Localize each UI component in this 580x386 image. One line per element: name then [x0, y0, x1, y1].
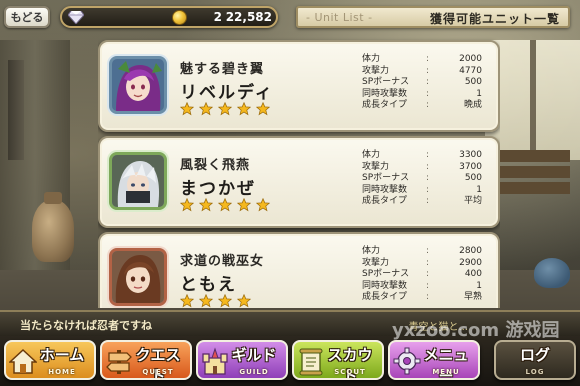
star-icon: [199, 294, 213, 308]
bottom-nav: ホーム HOME クエスト QUEST ギルド GUILD スカウト SCOUT…: [0, 336, 580, 386]
portrait-tomoe-image: [112, 251, 164, 303]
stat-row-simultaneous-attacks: 同時攻撃数:1: [362, 280, 482, 291]
star-icon: [237, 294, 251, 308]
stat-row-sp-bonus: SPボーナス:500: [362, 173, 482, 183]
nav-quest-button[interactable]: クエスト QUEST: [100, 340, 192, 380]
unit-stats: 体力:2800 攻撃力:2900 SPボーナス:400 同時攻撃数:1 成長タイ…: [362, 246, 482, 304]
nav-log-label: ログ: [519, 346, 550, 364]
unit-title: 風裂く飛燕: [180, 158, 251, 173]
back-button[interactable]: もどる: [4, 6, 50, 28]
unit-portrait: [109, 56, 167, 114]
unit-card[interactable]: 風裂く飛燕 まつかぜ 体力:3300 攻撃力:3700 SPボーナス:500 同…: [98, 136, 500, 228]
nav-quest-sublabel: QUEST: [142, 368, 174, 376]
signpost-icon: [106, 350, 132, 374]
stat-row-growth-type: 成長タイプ: 早熟: [362, 292, 482, 302]
nav-home-label: ホーム: [39, 346, 85, 364]
star-icon: [180, 198, 194, 212]
stat-row-hp: 体力:2800: [362, 246, 482, 256]
stat-row-sp-bonus: SPボーナス:500: [362, 77, 482, 87]
star-icon: [199, 198, 213, 212]
unit-stats: 体力:2000 攻撃力:4770 SPボーナス:500 同時攻撃数:1 成長タイ…: [362, 54, 482, 112]
nav-log-button[interactable]: ログ LOG: [494, 340, 576, 380]
castle-icon: [202, 347, 228, 375]
nav-scout-sublabel: SCOUT: [334, 368, 366, 376]
coin-count: 22,582: [225, 10, 272, 24]
rarity-stars: [180, 198, 270, 212]
stat-row-sp-bonus: SPボーナス:400: [362, 269, 482, 279]
unit-card[interactable]: 魅する碧き翼 リベルディ 体力:2000 攻撃力:4770 SPボーナス:500…: [98, 40, 500, 132]
stat-row-attack: 攻撃力:3700: [362, 161, 482, 172]
star-icon: [180, 102, 194, 116]
unit-name: まつかぜ: [180, 179, 256, 199]
watermark: yxzoo.com 游戏园: [392, 320, 560, 341]
background-lantern: [8, 60, 24, 160]
coin-icon: [172, 10, 187, 25]
home-icon: [9, 348, 37, 374]
gem-icon: [68, 11, 84, 24]
nav-home-button[interactable]: ホーム HOME: [4, 340, 96, 380]
unit-stats: 体力:3300 攻撃力:3700 SPボーナス:500 同時攻撃数:1 成長タイ…: [362, 150, 482, 208]
stat-row-growth-type: 成長タイプ: 平均: [362, 196, 482, 206]
title-banner: - Unit List - 獲得可能ユニット一覧: [296, 6, 570, 28]
message-text: 当たらなければ忍者ですね: [20, 319, 152, 332]
gear-icon: [393, 347, 421, 375]
unit-portrait: [109, 248, 167, 306]
portrait-matsukaze-image: [112, 155, 164, 207]
unit-title: 魅する碧き翼: [180, 62, 265, 77]
star-icon: [218, 198, 232, 212]
background-teapot: [534, 258, 570, 288]
star-icon: [256, 198, 270, 212]
unit-card[interactable]: 求道の戦巫女 ともえ 体力:2800 攻撃力:2900 SPボーナス:400 同…: [98, 232, 500, 308]
rarity-stars: [180, 294, 251, 308]
currency-bar: 2 22,582: [60, 6, 278, 28]
stat-row-attack: 攻撃力:4770: [362, 65, 482, 76]
star-icon: [180, 294, 194, 308]
nav-guild-button[interactable]: ギルド GUILD: [196, 340, 288, 380]
unit-title: 求道の戦巫女: [180, 254, 265, 269]
stat-row-simultaneous-attacks: 同時攻撃数:1: [362, 184, 482, 195]
star-icon: [237, 102, 251, 116]
scroll-icon: [299, 348, 323, 376]
nav-home-sublabel: HOME: [48, 368, 76, 376]
unit-portrait: [109, 152, 167, 210]
star-icon: [199, 102, 213, 116]
star-icon: [218, 294, 232, 308]
portrait-liberdi-image: [112, 59, 164, 111]
star-icon: [237, 198, 251, 212]
rarity-stars: [180, 102, 270, 116]
background-vase: [32, 192, 74, 262]
nav-log-sublabel: LOG: [525, 368, 545, 376]
nav-menu-sublabel: MENU: [432, 368, 460, 376]
stat-row-attack: 攻撃力:2900: [362, 257, 482, 268]
stat-row-simultaneous-attacks: 同時攻撃数:1: [362, 88, 482, 99]
stat-row-hp: 体力:3300: [362, 150, 482, 160]
stat-row-growth-type: 成長タイプ: 晩成: [362, 100, 482, 110]
star-icon: [218, 102, 232, 116]
background-shelf: [490, 150, 570, 162]
unit-name: リベルディ: [180, 83, 274, 103]
unit-name: ともえ: [180, 275, 237, 295]
nav-scout-button[interactable]: スカウト SCOUT: [292, 340, 384, 380]
title-en: - Unit List -: [306, 11, 373, 24]
nav-guild-sublabel: GUILD: [239, 368, 269, 376]
unit-list[interactable]: 魅する碧き翼 リベルディ 体力:2000 攻撃力:4770 SPボーナス:500…: [98, 36, 500, 308]
nav-menu-button[interactable]: メニュー MENU: [388, 340, 480, 380]
nav-guild-label: ギルド: [231, 346, 277, 364]
stat-row-hp: 体力:2000: [362, 54, 482, 64]
page-title: 獲得可能ユニット一覧: [429, 12, 560, 26]
star-icon: [256, 102, 270, 116]
